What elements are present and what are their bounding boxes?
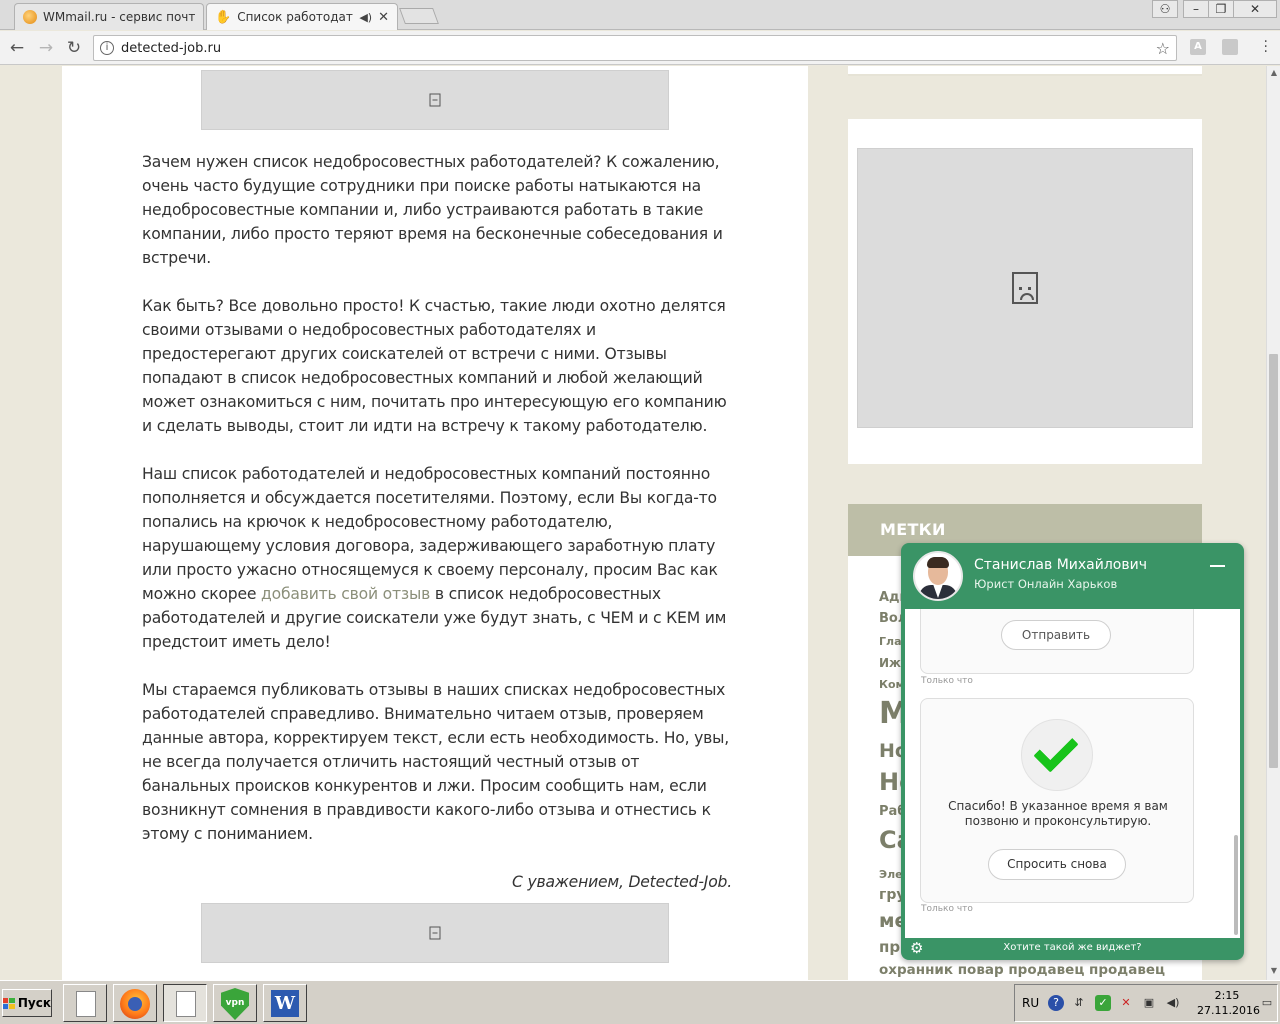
thanks-message: Спасибо! В указанное время я вам позвоню…: [948, 799, 1168, 828]
agent-subtitle: Юрист Онлайн Харьков: [974, 577, 1118, 591]
language-indicator[interactable]: RU: [1022, 996, 1039, 1010]
tab-wmmail[interactable]: WMmail.ru - сервис почтов: [14, 3, 204, 30]
clock[interactable]: 2:15 27.11.2016: [1197, 988, 1260, 1018]
start-button[interactable]: Пуск: [2, 989, 52, 1017]
article-paragraph: Как быть? Все довольно просто! К счастью…: [142, 297, 727, 435]
speaker-icon[interactable]: ◀): [359, 11, 372, 24]
network-error-icon[interactable]: ✕: [1118, 995, 1134, 1011]
paragraph-text: Наш список работодателей и недобросовест…: [142, 465, 718, 603]
bookmark-star-icon[interactable]: ☆: [1156, 39, 1170, 58]
address-bar[interactable]: i detected-job.ru ☆: [93, 35, 1177, 61]
security-shield-icon[interactable]: ✓: [1095, 995, 1111, 1011]
ask-again-button[interactable]: Спросить снова: [988, 849, 1126, 880]
close-window-button[interactable]: ✕: [1233, 0, 1277, 18]
document-icon: [176, 991, 196, 1017]
network-settings-icon[interactable]: ⇵: [1071, 995, 1087, 1011]
new-tab-button[interactable]: [399, 8, 439, 24]
url-text[interactable]: detected-job.ru: [121, 41, 221, 56]
help-icon[interactable]: ?: [1048, 995, 1064, 1011]
wmmail-favicon-icon: [23, 10, 37, 24]
main-column: Зачем нужен список недобросовестных рабо…: [62, 66, 808, 980]
avatar: [913, 551, 963, 601]
tab-employers-list[interactable]: ✋ Список работодателей ◀) ✕: [206, 3, 398, 30]
ad-placeholder-top: [201, 70, 669, 130]
document-icon: [76, 991, 96, 1017]
restore-button[interactable]: ❐: [1208, 0, 1234, 18]
tab-strip: WMmail.ru - сервис почтов ✋ Список работ…: [0, 0, 1280, 30]
minimize-button[interactable]: –: [1183, 0, 1209, 18]
agent-name: Станислав Михайлович: [974, 557, 1147, 573]
extension-icon[interactable]: [1222, 39, 1238, 55]
extension-icon[interactable]: A: [1190, 39, 1206, 55]
browser-toolbar: ← → ↻ i detected-job.ru ☆ A · · ·: [0, 31, 1280, 65]
broken-image-icon: [429, 93, 441, 107]
clock-time: 2:15: [1214, 989, 1240, 1002]
reload-icon[interactable]: ↻: [63, 37, 85, 59]
chat-messages: Отправить Только что Спасибо! В указанно…: [905, 609, 1240, 938]
ad-placeholder-bottom: [201, 903, 669, 963]
message-bubble: Отправить: [920, 609, 1194, 674]
taskbar-app-word[interactable]: W: [263, 984, 307, 1022]
signature: С уважением, Detected-Job.: [512, 873, 732, 891]
word-icon: W: [271, 990, 299, 1017]
article-paragraph: Зачем нужен список недобросовестных рабо…: [142, 153, 723, 267]
scroll-down-arrow-icon[interactable]: ▼: [1267, 964, 1280, 978]
back-arrow-icon[interactable]: ←: [6, 37, 28, 59]
tag-link[interactable]: пр: [879, 938, 900, 956]
widget-promo-link[interactable]: Хотите такой же виджет?: [901, 942, 1244, 953]
windows-flag-icon: [3, 997, 15, 1009]
sidebar-ad-widget: [848, 119, 1202, 464]
hand-icon: ✋: [215, 9, 232, 25]
network-icon[interactable]: ▣: [1141, 995, 1157, 1011]
taskbar-app-firefox[interactable]: [113, 984, 157, 1022]
chat-scrollbar[interactable]: [1234, 835, 1238, 935]
sidebar-widget-top: [848, 66, 1202, 76]
tab-title: Список работодателей: [237, 10, 353, 24]
chat-header: Станислав Михайлович Юрист Онлайн Харько…: [901, 543, 1244, 609]
send-button[interactable]: Отправить: [1001, 620, 1111, 650]
scrollbar-thumb[interactable]: [1269, 354, 1278, 768]
tag-link[interactable]: Гла: [879, 635, 902, 648]
minimize-chat-icon[interactable]: [1210, 565, 1225, 567]
taskbar-app-browser[interactable]: [163, 984, 207, 1022]
taskbar-app-document[interactable]: [63, 984, 107, 1022]
tab-title: WMmail.ru - сервис почтов: [43, 10, 195, 24]
chat-footer: ⚙ Хотите такой же виджет?: [901, 938, 1244, 960]
broken-image-icon: [429, 926, 441, 940]
check-icon: [1021, 719, 1093, 791]
message-time: Только что: [921, 904, 973, 914]
tag-link[interactable]: Иж: [879, 656, 901, 670]
info-icon[interactable]: i: [100, 41, 114, 55]
message-bubble: Спасибо! В указанное время я вам позвоню…: [920, 698, 1194, 903]
article-paragraph: Мы стараемся публиковать отзывы в наших …: [142, 681, 730, 843]
clock-date: 27.11.2016: [1197, 1004, 1260, 1017]
message-time: Только что: [921, 676, 973, 686]
scroll-up-arrow-icon[interactable]: ▲: [1267, 66, 1280, 80]
add-review-link[interactable]: добавить свой отзыв: [261, 585, 430, 603]
taskbar: Пуск vpn W RU ? ⇵ ✓ ✕ ▣ ◀) 2:15 27.11.20…: [0, 980, 1280, 1024]
vpn-shield-icon: vpn: [221, 988, 249, 1020]
broken-image-icon: [1012, 272, 1038, 304]
system-tray: RU ? ⇵ ✓ ✕ ▣ ◀) 2:15 27.11.2016 ▭: [1014, 984, 1278, 1022]
start-label: Пуск: [17, 996, 51, 1010]
tag-line[interactable]: охранник повар продавец продавец: [879, 962, 1165, 978]
taskbar-app-vpn[interactable]: vpn: [213, 984, 257, 1022]
firefox-icon: [120, 989, 150, 1019]
volume-icon[interactable]: ◀): [1165, 995, 1181, 1011]
tag-link[interactable]: Эле: [879, 868, 903, 881]
sidebar-ad-placeholder: [857, 148, 1193, 428]
close-tab-icon[interactable]: ✕: [378, 10, 389, 25]
forward-arrow-icon[interactable]: →: [35, 37, 57, 59]
article-paragraph: Наш список работодателей и недобросовест…: [142, 462, 732, 654]
show-desktop-icon[interactable]: ▭: [1259, 995, 1275, 1011]
chat-widget: Станислав Михайлович Юрист Онлайн Харько…: [901, 543, 1244, 960]
profile-icon[interactable]: ⚇: [1152, 0, 1178, 18]
page-scrollbar[interactable]: ▲ ▼: [1266, 66, 1280, 980]
menu-icon[interactable]: · · ·: [1264, 35, 1268, 59]
article-text: Зачем нужен список недобросовестных рабо…: [142, 150, 732, 918]
